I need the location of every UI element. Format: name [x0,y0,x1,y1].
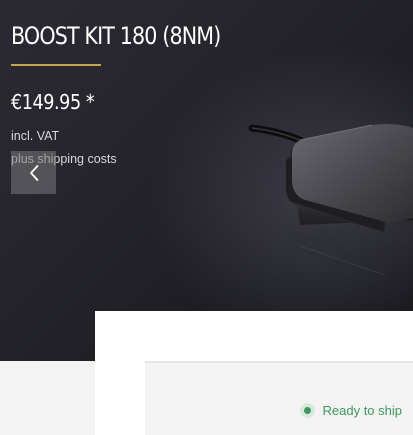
chevron-left-icon [29,164,38,181]
gallery-prev-button[interactable] [11,151,56,194]
vat-note: incl. VAT [11,129,60,143]
product-title: BOOST KIT 180 (8NM) [11,22,221,50]
title-underline [11,64,101,66]
stock-status: Ready to ship [299,403,403,418]
status-dot-icon [299,403,315,418]
product-page: BOOST KIT 180 (8NM) €149.95 * incl. VAT … [0,0,413,435]
stock-status-label: Ready to ship [322,403,403,418]
product-price: €149.95 * [11,90,95,114]
product-image [248,124,413,285]
availability-box: Ready to ship [145,361,413,435]
product-hero: BOOST KIT 180 (8NM) €149.95 * incl. VAT … [0,0,413,361]
